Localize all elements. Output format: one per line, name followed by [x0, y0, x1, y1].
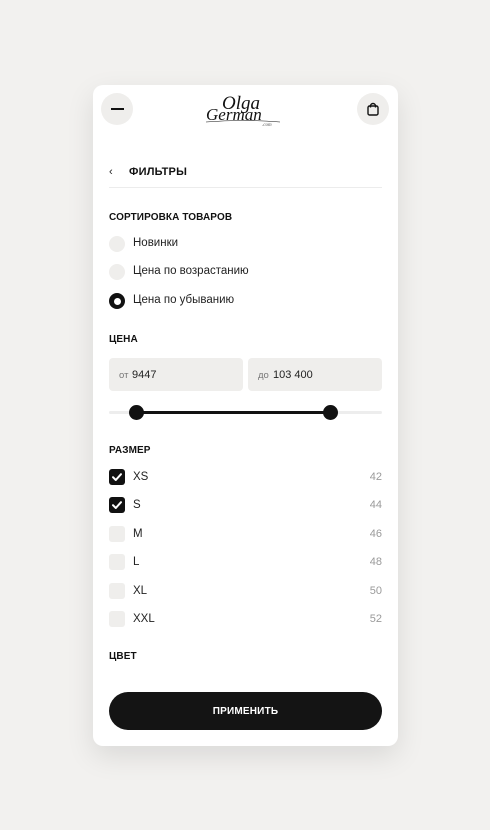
- size-option-xs[interactable]: XS 42: [109, 469, 382, 485]
- size-option-m[interactable]: M 46: [109, 526, 382, 542]
- checkbox-checked[interactable]: [109, 497, 125, 513]
- size-option-xxl[interactable]: XXL 52: [109, 611, 382, 627]
- price-min-handle[interactable]: [128, 405, 144, 420]
- size-count: 50: [369, 585, 382, 597]
- size-count: 44: [369, 499, 382, 511]
- size-label: XS: [133, 471, 149, 483]
- checkbox[interactable]: [109, 583, 125, 599]
- logo-line-3: .com: [262, 123, 272, 128]
- scroll-fade: [93, 667, 398, 687]
- size-label: M: [133, 528, 143, 540]
- radio-button[interactable]: [109, 264, 125, 280]
- price-to-value: 103 400: [273, 369, 313, 381]
- size-count: 42: [369, 471, 382, 483]
- sort-option-label: Новинки: [133, 237, 179, 249]
- price-max-handle[interactable]: [322, 405, 338, 420]
- cart-button[interactable]: [357, 93, 389, 125]
- sort-section-title: СОРТИРОВКА ТОВАРОВ: [109, 212, 233, 223]
- sort-option-label: Цена по убыванию: [133, 294, 235, 306]
- size-option-xl[interactable]: XL 50: [109, 583, 382, 599]
- price-from-prefix: от: [119, 370, 129, 381]
- minus-icon: [110, 108, 124, 110]
- price-range-fill: [136, 411, 331, 414]
- shopping-bag-icon: [367, 102, 379, 116]
- color-section-title: ЦВЕТ: [109, 651, 137, 662]
- size-option-l[interactable]: L 48: [109, 554, 382, 570]
- sort-option-price-desc[interactable]: Цена по убыванию: [109, 293, 369, 311]
- check-icon: [112, 473, 122, 481]
- filters-header[interactable]: ‹ ФИЛЬТРЫ: [109, 163, 382, 188]
- brand-logo[interactable]: Olga German .com: [198, 89, 294, 129]
- checkbox[interactable]: [109, 526, 125, 542]
- radio-button-selected[interactable]: [109, 293, 125, 309]
- price-range-slider[interactable]: [109, 405, 382, 420]
- size-option-s[interactable]: S 44: [109, 497, 382, 513]
- checkbox-checked[interactable]: [109, 469, 125, 485]
- size-label: XL: [133, 585, 148, 597]
- filter-panel: Olga German .com ‹ ФИЛЬТРЫ СОРТИРОВКА ТО…: [93, 85, 398, 746]
- size-count: 48: [369, 556, 382, 568]
- size-label: XXL: [133, 613, 155, 625]
- price-from-value: 9447: [132, 369, 157, 381]
- chevron-left-icon[interactable]: ‹: [109, 166, 113, 178]
- size-section-title: РАЗМЕР: [109, 445, 151, 456]
- size-count: 46: [369, 528, 382, 540]
- price-from-input[interactable]: от 9447: [109, 358, 243, 391]
- price-section-title: ЦЕНА: [109, 334, 138, 345]
- size-label: L: [133, 556, 140, 568]
- apply-button[interactable]: ПРИМЕНИТЬ: [109, 692, 382, 730]
- price-to-input[interactable]: до 103 400: [248, 358, 382, 391]
- check-icon: [112, 501, 122, 509]
- price-to-prefix: до: [258, 370, 269, 381]
- sort-option-new[interactable]: Новинки: [109, 236, 369, 254]
- size-label: S: [133, 499, 141, 511]
- checkbox[interactable]: [109, 611, 125, 627]
- radio-button[interactable]: [109, 236, 125, 252]
- filters-title: ФИЛЬТРЫ: [129, 166, 188, 178]
- sort-option-price-asc[interactable]: Цена по возрастанию: [109, 264, 369, 282]
- checkbox[interactable]: [109, 554, 125, 570]
- sort-option-label: Цена по возрастанию: [133, 265, 249, 277]
- size-count: 52: [369, 613, 382, 625]
- menu-button[interactable]: [101, 93, 133, 125]
